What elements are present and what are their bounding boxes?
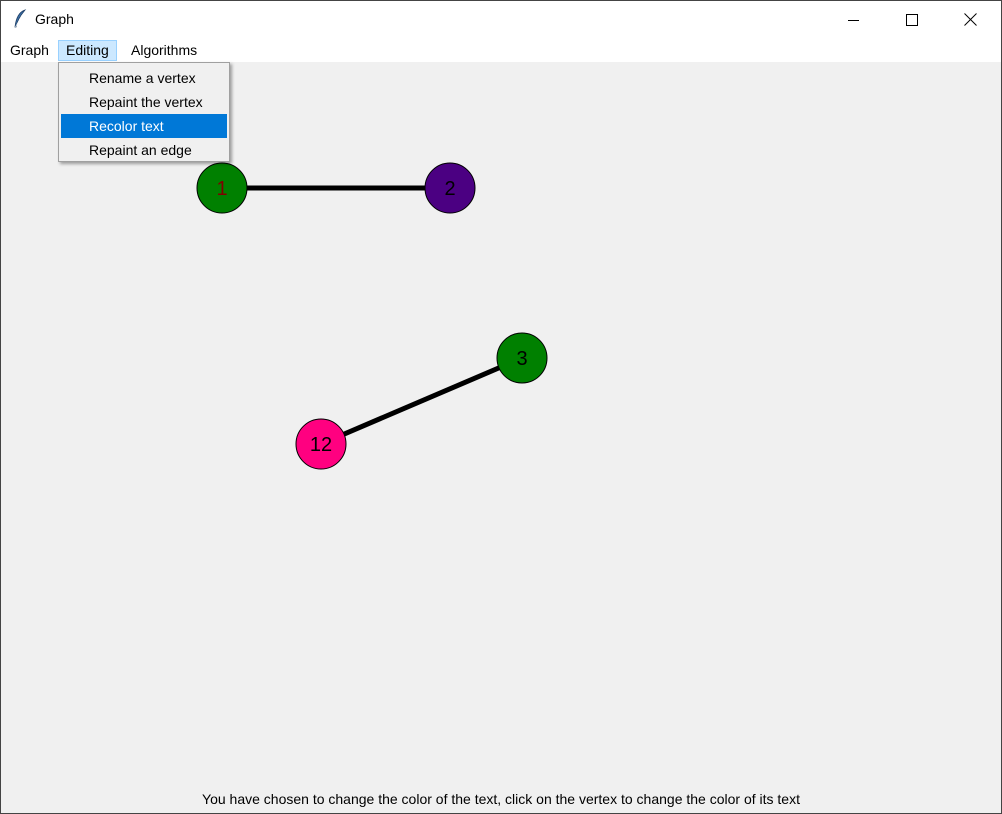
- vertex-label: 12: [310, 434, 332, 456]
- vertex-label: 2: [444, 178, 455, 200]
- menu-item-repaint-vertex[interactable]: Repaint the vertex: [61, 90, 227, 114]
- status-message: You have chosen to change the color of t…: [202, 791, 800, 807]
- menu-algorithms[interactable]: Algorithms: [124, 40, 204, 61]
- vertex-2[interactable]: 2: [424, 162, 476, 214]
- graph-drawing[interactable]: 1 2312: [1, 62, 1001, 813]
- menu-graph[interactable]: Graph: [3, 40, 56, 61]
- title-bar[interactable]: Graph: [1, 1, 1001, 38]
- close-button[interactable]: [941, 1, 999, 38]
- vertex-3[interactable]: 3: [496, 332, 548, 384]
- menu-bar: Graph Editing Algorithms: [1, 38, 1001, 62]
- menu-item-repaint-edge[interactable]: Repaint an edge: [61, 138, 227, 162]
- vertex-label: 1: [216, 178, 227, 200]
- minimize-button[interactable]: [825, 1, 883, 38]
- menu-item-rename-vertex[interactable]: Rename a vertex: [61, 66, 227, 90]
- app-window: Graph Graph Editing Algorithms 1 2 3 12 Ren…: [0, 0, 1002, 814]
- minimize-icon: [848, 19, 859, 21]
- graph-canvas[interactable]: 1 2 3 12: [1, 62, 1001, 813]
- maximize-button[interactable]: [883, 1, 941, 38]
- vertex-1[interactable]: 1: [196, 162, 248, 214]
- menu-editing[interactable]: Editing: [58, 40, 117, 61]
- feather-icon: [14, 9, 27, 28]
- menu-item-recolor-text[interactable]: Recolor text: [61, 114, 227, 138]
- edge-12-3[interactable]: [320, 355, 523, 447]
- close-icon: [963, 13, 977, 26]
- editing-dropdown-menu: Rename a vertex Repaint the vertex Recol…: [58, 62, 230, 162]
- vertex-12[interactable]: 12: [295, 418, 347, 470]
- vertex-label: 3: [516, 348, 527, 370]
- window-title: Graph: [35, 11, 74, 27]
- maximize-icon: [906, 13, 918, 26]
